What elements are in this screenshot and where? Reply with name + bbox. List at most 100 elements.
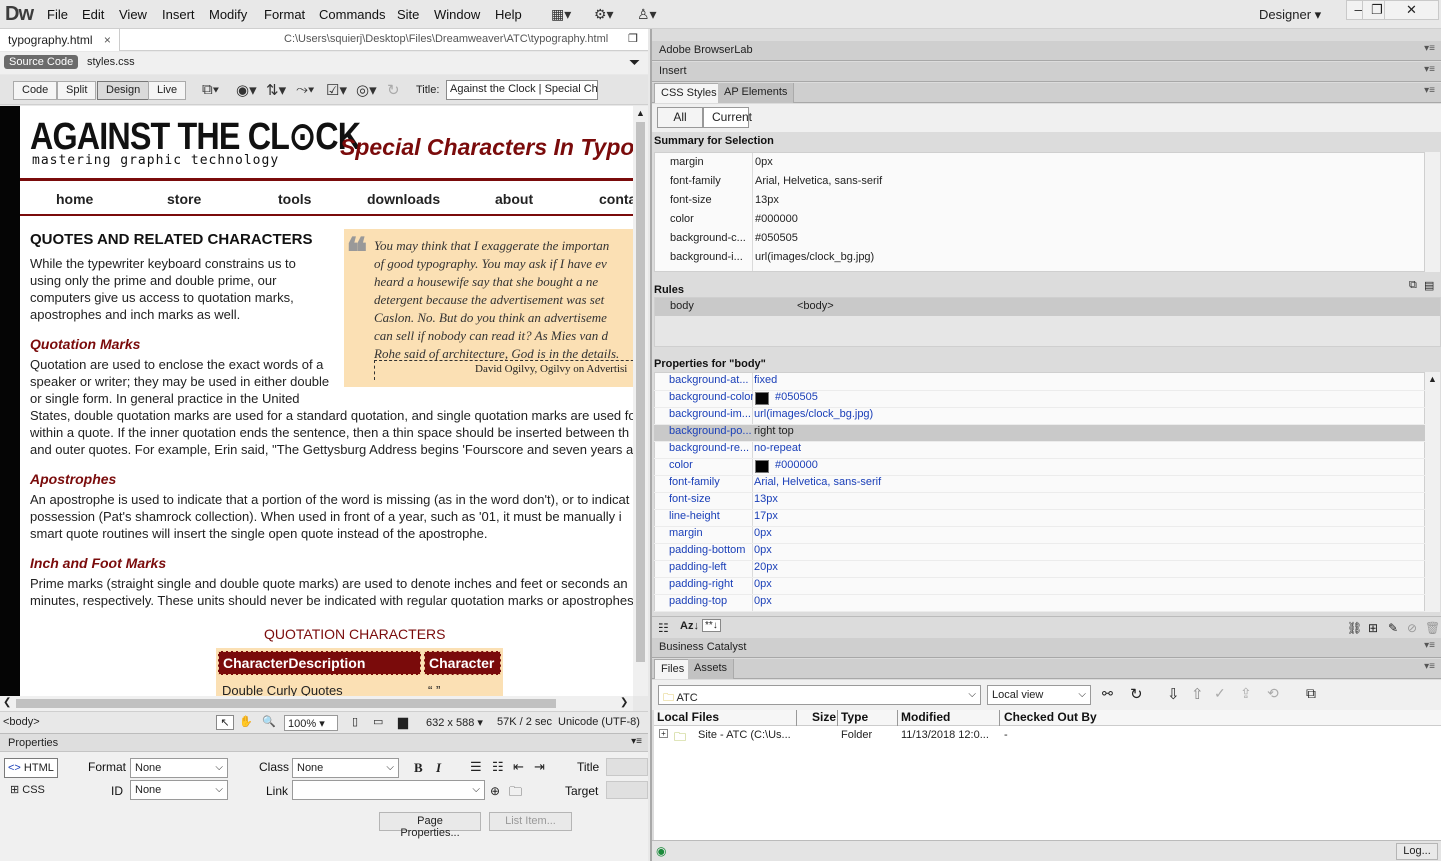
target-field[interactable] (606, 781, 648, 799)
tab-ap-elements[interactable]: AP Elements (718, 83, 795, 103)
browserlab-panel-header[interactable]: Adobe BrowserLab ▾≡ (652, 41, 1441, 61)
tab-css-styles[interactable]: CSS Styles (654, 83, 724, 103)
summary-row[interactable]: background-i... url(images/clock_bg.jpg) (655, 251, 1424, 268)
delete-rule-icon[interactable]: 🗑 (1425, 621, 1440, 635)
visual-aids-icon[interactable]: ◎▾ (356, 81, 377, 99)
page-properties-button[interactable]: Page Properties... (379, 812, 481, 839)
show-cascade-icon[interactable]: ▤ (1424, 279, 1434, 292)
edit-rule-icon[interactable]: ✎ (1388, 621, 1398, 635)
menu-help[interactable]: Help (495, 7, 522, 22)
zoom-select[interactable]: 100% ▾ (284, 715, 338, 731)
properties-scrollbar[interactable]: ▲ (1425, 372, 1440, 612)
col-modified[interactable]: Modified (901, 710, 950, 724)
property-row[interactable]: background-re... no-repeat (654, 442, 1425, 459)
panel-menu-icon[interactable]: ▾≡ (631, 736, 642, 747)
layout-icon[interactable]: ▦▾ (551, 6, 571, 23)
format-select[interactable]: None ⌵ (130, 758, 228, 778)
menu-window[interactable]: Window (434, 7, 480, 22)
nav-about[interactable]: about (495, 191, 533, 207)
property-row[interactable]: background-at... fixed (654, 374, 1425, 391)
summary-row[interactable]: font-family Arial, Helvetica, sans-serif (655, 175, 1424, 192)
summary-row[interactable]: margin 0px (655, 156, 1424, 173)
property-row[interactable]: margin 0px (654, 527, 1425, 544)
nav-home[interactable]: home (56, 191, 93, 207)
category-view-icon[interactable]: ☷ (658, 621, 669, 635)
property-row[interactable]: padding-right 0px (654, 578, 1425, 595)
nav-tools[interactable]: tools (278, 191, 311, 207)
color-swatch[interactable] (755, 460, 769, 473)
scroll-thumb[interactable] (636, 122, 645, 662)
check-in-icon[interactable]: ⇪ (1240, 685, 1252, 702)
title-field[interactable] (606, 758, 648, 776)
property-row[interactable]: line-height 17px (654, 510, 1425, 527)
ordered-list-icon[interactable]: ☷ (492, 759, 504, 775)
multiscreen-icon[interactable]: ⧉▾ (202, 81, 219, 98)
current-button[interactable]: Current (703, 107, 752, 128)
summary-row[interactable]: background-c... #050505 (655, 232, 1424, 249)
menu-edit[interactable]: Edit (82, 7, 104, 22)
tab-files[interactable]: Files (654, 659, 692, 679)
check-page-icon[interactable]: ☑▾ (326, 81, 347, 99)
scroll-thumb[interactable] (16, 699, 556, 708)
close-window-button[interactable]: ✕ (1384, 0, 1439, 20)
filter-icon[interactable]: ⏷ (629, 54, 640, 71)
class-select[interactable]: None ⌵ (292, 758, 399, 778)
color-swatch[interactable] (755, 392, 769, 405)
select-tool-icon[interactable]: ↖ (216, 715, 234, 730)
file-row[interactable]: + 🗀 Site - ATC (C:\Us... Folder 11/13/20… (654, 728, 1441, 744)
tablet-size-icon[interactable]: ▭ (373, 715, 383, 728)
menu-file[interactable]: File (47, 7, 68, 22)
outdent-icon[interactable]: ⇤ (513, 759, 524, 775)
hand-tool-icon[interactable]: ✋ (239, 715, 253, 728)
workspace-switcher[interactable]: Designer ▾ (1259, 7, 1321, 23)
refresh-icon[interactable]: ↻ (387, 81, 400, 99)
scroll-up-icon[interactable]: ▲ (636, 108, 645, 118)
view-select[interactable]: Local view ⌵ (987, 685, 1091, 705)
col-size[interactable]: Size (812, 710, 836, 724)
related-file-styles-css[interactable]: styles.css (87, 56, 135, 68)
point-to-file-icon[interactable]: ⊕ (490, 784, 500, 798)
split-view-button[interactable]: Split (57, 81, 97, 100)
mobile-size-icon[interactable]: ▯ (352, 715, 358, 728)
panel-menu-icon[interactable]: ▾≡ (1424, 661, 1435, 672)
bold-button[interactable]: B (414, 760, 423, 776)
col-local-files[interactable]: Local Files (657, 710, 719, 724)
check-out-icon[interactable]: ✓ (1214, 685, 1226, 702)
site-select[interactable]: 🗀 ATC ⌵ (658, 685, 981, 705)
live-view-button[interactable]: Live (148, 81, 187, 100)
source-code-button[interactable]: Source Code (4, 55, 79, 69)
zoom-tool-icon[interactable]: 🔍 (262, 715, 276, 728)
scroll-left-icon[interactable]: ❮ (3, 697, 11, 708)
col-type[interactable]: Type (841, 710, 868, 724)
property-row[interactable]: font-size 13px (654, 493, 1425, 510)
all-button[interactable]: All (657, 107, 703, 128)
sync-icon[interactable]: ⟲ (1267, 685, 1279, 702)
html-mode-button[interactable]: <> HTML (4, 758, 58, 778)
desktop-size-icon[interactable]: ▆ (398, 714, 408, 730)
list-item-button[interactable]: List Item... (489, 812, 572, 831)
show-info-icon[interactable]: ⧉ (1409, 279, 1417, 292)
property-row[interactable]: color #000000 (654, 459, 1425, 476)
set-properties-icon[interactable]: **↓ (702, 619, 721, 632)
expand-icon[interactable]: ⧉ (1306, 685, 1316, 702)
disable-icon[interactable]: ⊘ (1407, 621, 1417, 635)
document-title-input[interactable]: Against the Clock | Special Cha (446, 80, 598, 100)
property-row[interactable]: padding-top 0px (654, 595, 1425, 612)
panel-menu-icon[interactable]: ▾≡ (1424, 85, 1435, 96)
inspect-icon[interactable]: ⤳▾ (296, 81, 314, 98)
tab-assets[interactable]: Assets (688, 659, 735, 679)
preview-browser-icon[interactable]: ◉▾ (236, 81, 257, 99)
connect-icon[interactable]: ⚯ (1102, 686, 1113, 702)
panel-menu-icon[interactable]: ▾≡ (1424, 64, 1435, 75)
close-icon[interactable]: × (104, 33, 111, 47)
code-view-button[interactable]: Code (13, 81, 58, 100)
tag-selector[interactable]: <body> (3, 716, 40, 728)
property-row[interactable]: background-im... url(images/clock_bg.jpg) (654, 408, 1425, 425)
new-rule-icon[interactable]: ⊞ (1368, 621, 1378, 635)
panel-menu-icon[interactable]: ▾≡ (1424, 43, 1435, 54)
refresh-icon[interactable]: ↻ (1130, 685, 1143, 703)
alpha-view-icon[interactable]: Az↓ (680, 620, 699, 632)
css-mode-button[interactable]: ⊞ CSS (10, 783, 45, 796)
business-catalyst-header[interactable]: Business Catalyst ▾≡ (652, 638, 1441, 658)
design-canvas[interactable]: AGAINST THE CL⊙CK mastering graphic tech… (0, 106, 633, 696)
